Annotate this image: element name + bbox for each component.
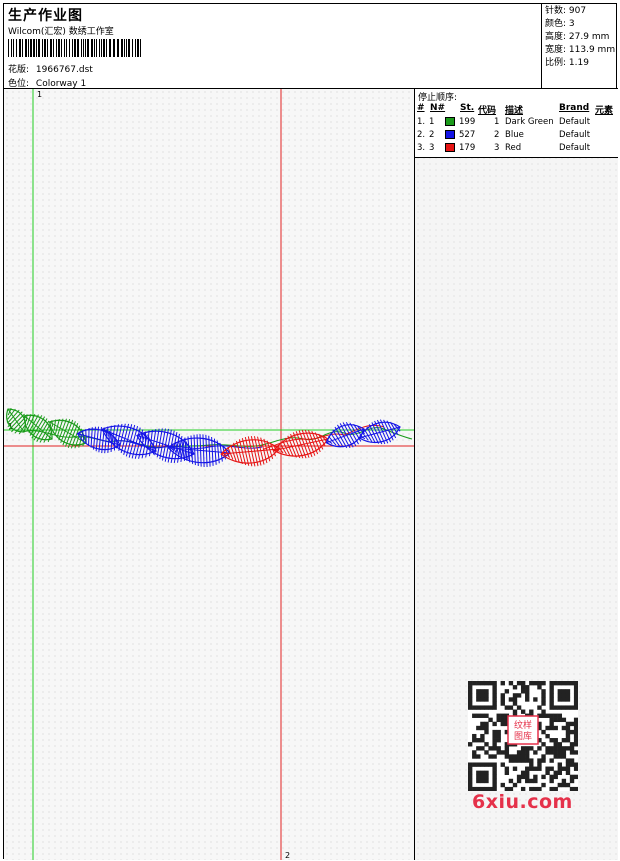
stat-stitches-label: 针数:	[545, 6, 567, 16]
row-stitches: 199	[459, 117, 476, 127]
col-header-n: N#	[430, 103, 446, 113]
design-file-label: 花版:	[8, 65, 30, 75]
embroidery-preview: 1 1 2	[4, 89, 414, 860]
design-canvas: 1 1 2	[4, 89, 415, 860]
colorway-row: 色位: Colorway 1	[8, 76, 86, 89]
header-info: 生产作业图 Wilcom(汇宏) 数绣工作室 花版: 1966767.dst 色…	[4, 4, 542, 89]
row-desc: Blue	[505, 130, 524, 140]
stat-stitches-value: 907	[568, 6, 587, 16]
page-title: 生产作业图	[8, 8, 83, 24]
embroidery-leaf	[358, 419, 401, 445]
stat-height-value: 27.9 mm	[568, 32, 610, 42]
guide-label-v2: 2	[285, 851, 290, 860]
col-header-code: 代码	[478, 106, 497, 116]
row-desc: Red	[505, 143, 522, 153]
row-num: 1.	[417, 117, 426, 127]
stat-width-value: 113.9 mm	[568, 45, 616, 55]
guide-label-v1: 1	[37, 90, 42, 99]
col-header-brand: Brand	[559, 103, 590, 113]
row-brand: Default	[559, 117, 591, 127]
col-header-num: #	[417, 103, 425, 113]
row-code: 1	[494, 117, 500, 127]
stat-colors-label: 颜色:	[545, 19, 567, 29]
embroidery-leaf	[48, 418, 87, 449]
stat-width: 宽度: 113.9 mm	[545, 44, 615, 57]
colorway-label: 色位:	[8, 79, 30, 89]
stamp-line-2: 图库	[514, 730, 532, 742]
row-brand: Default	[559, 130, 591, 140]
embroidery-leaf	[273, 429, 329, 459]
row-stitches: 179	[459, 143, 476, 153]
stat-stitches: 针数: 907	[545, 5, 586, 18]
row-brand: Default	[559, 143, 591, 153]
design-stats: 针数: 907 颜色: 3 高度: 27.9 mm 宽度: 113.9 mm 比…	[542, 4, 618, 89]
row-code: 3	[494, 143, 500, 153]
design-file-value: 1966767.dst	[35, 65, 93, 75]
stat-height-label: 高度:	[545, 32, 567, 42]
col-header-element: 元素	[595, 106, 614, 116]
row-code: 2	[494, 130, 500, 140]
row-desc: Dark Green	[505, 117, 554, 127]
barcode	[8, 39, 141, 57]
row-num: 3.	[417, 143, 426, 153]
stat-colors-value: 3	[568, 19, 575, 29]
col-header-st: St.	[460, 103, 475, 113]
studio-name: Wilcom(汇宏) 数绣工作室	[8, 27, 114, 37]
col-header-desc: 描述	[505, 106, 524, 116]
color-swatch	[445, 117, 455, 126]
stat-scale-label: 比例:	[545, 58, 567, 68]
row-num: 2.	[417, 130, 426, 140]
row-n: 1	[429, 117, 435, 127]
row-n: 2	[429, 130, 435, 140]
color-swatch	[445, 143, 455, 152]
stat-scale-value: 1.19	[568, 58, 589, 68]
colorway-value: Colorway 1	[35, 79, 87, 89]
stat-scale: 比例: 1.19	[545, 57, 589, 70]
embroidery-leaf	[23, 414, 53, 443]
watermark-site: 6xiu.com	[472, 791, 573, 813]
stat-height: 高度: 27.9 mm	[545, 31, 609, 44]
design-file-row: 花版: 1966767.dst	[8, 62, 93, 75]
stop-sequence-table: 停止顺序: # N# St. 代码 描述 Brand 元素 1. 1 199 1…	[415, 89, 618, 158]
color-swatch	[445, 130, 455, 139]
stat-width-label: 宽度:	[545, 45, 567, 55]
stat-colors: 颜色: 3	[545, 18, 575, 31]
stop-sequence-title: 停止顺序:	[418, 93, 458, 103]
stamp-line-1: 纹样	[514, 719, 532, 731]
qr-code: 纹样 图库	[468, 681, 579, 792]
row-n: 3	[429, 143, 435, 153]
row-stitches: 527	[459, 130, 476, 140]
embroidery-leaf	[325, 422, 365, 449]
